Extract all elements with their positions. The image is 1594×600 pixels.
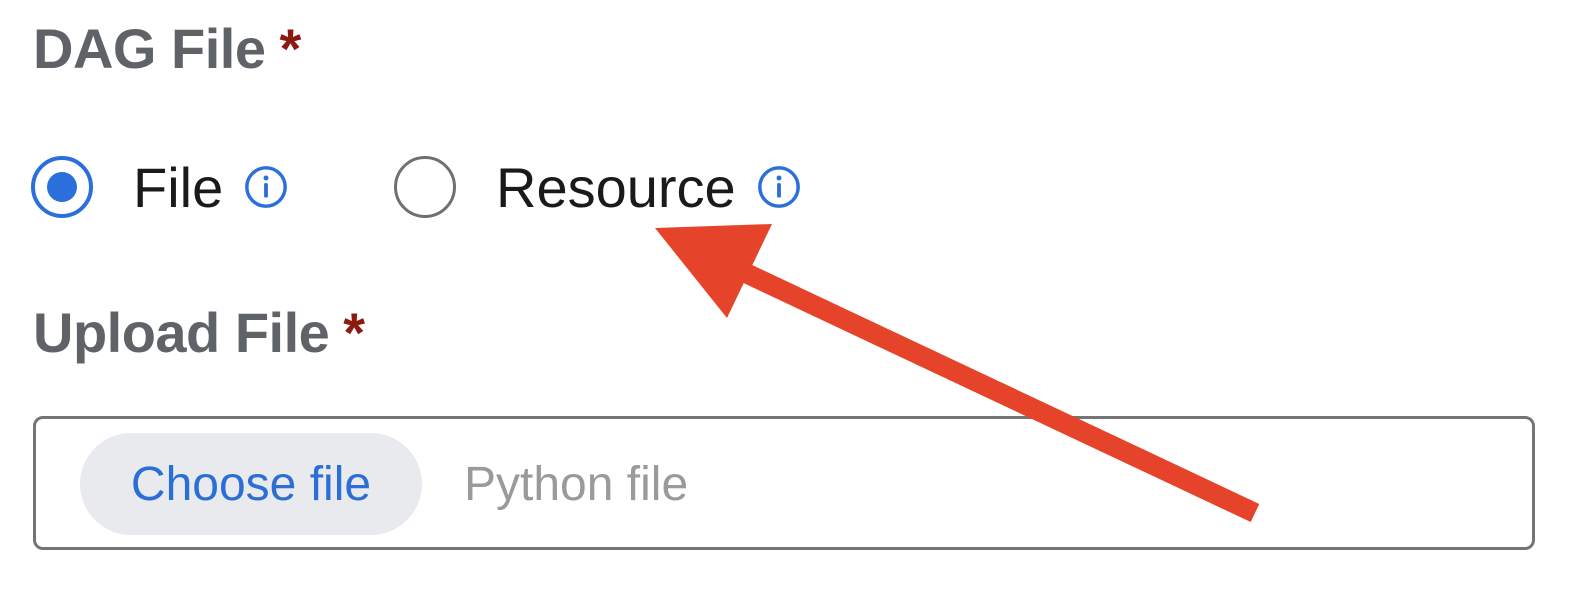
dag-file-label: DAG File * bbox=[33, 16, 301, 81]
upload-file-label: Upload File * bbox=[33, 300, 365, 365]
arrow-head bbox=[655, 224, 772, 318]
radio-option-file[interactable]: File bbox=[31, 152, 289, 222]
info-icon[interactable] bbox=[756, 164, 802, 210]
radio-option-resource[interactable]: Resource bbox=[394, 152, 802, 222]
file-placeholder-text: Python file bbox=[464, 457, 689, 511]
radio-selected-dot bbox=[47, 172, 77, 202]
choose-file-button[interactable]: Choose file bbox=[80, 433, 422, 535]
required-marker: * bbox=[343, 301, 365, 364]
radio-resource-label: Resource bbox=[496, 155, 736, 219]
dag-file-form: DAG File * File Resource Upload File * Cho… bbox=[0, 0, 1594, 600]
file-upload-input[interactable]: Choose file Python file bbox=[33, 416, 1535, 550]
required-marker: * bbox=[279, 17, 301, 80]
radio-resource[interactable] bbox=[394, 156, 456, 218]
radio-file[interactable] bbox=[31, 156, 93, 218]
info-icon[interactable] bbox=[243, 164, 289, 210]
upload-file-label-text: Upload File bbox=[33, 301, 330, 364]
dag-file-label-text: DAG File bbox=[33, 17, 266, 80]
radio-file-label: File bbox=[133, 155, 224, 219]
